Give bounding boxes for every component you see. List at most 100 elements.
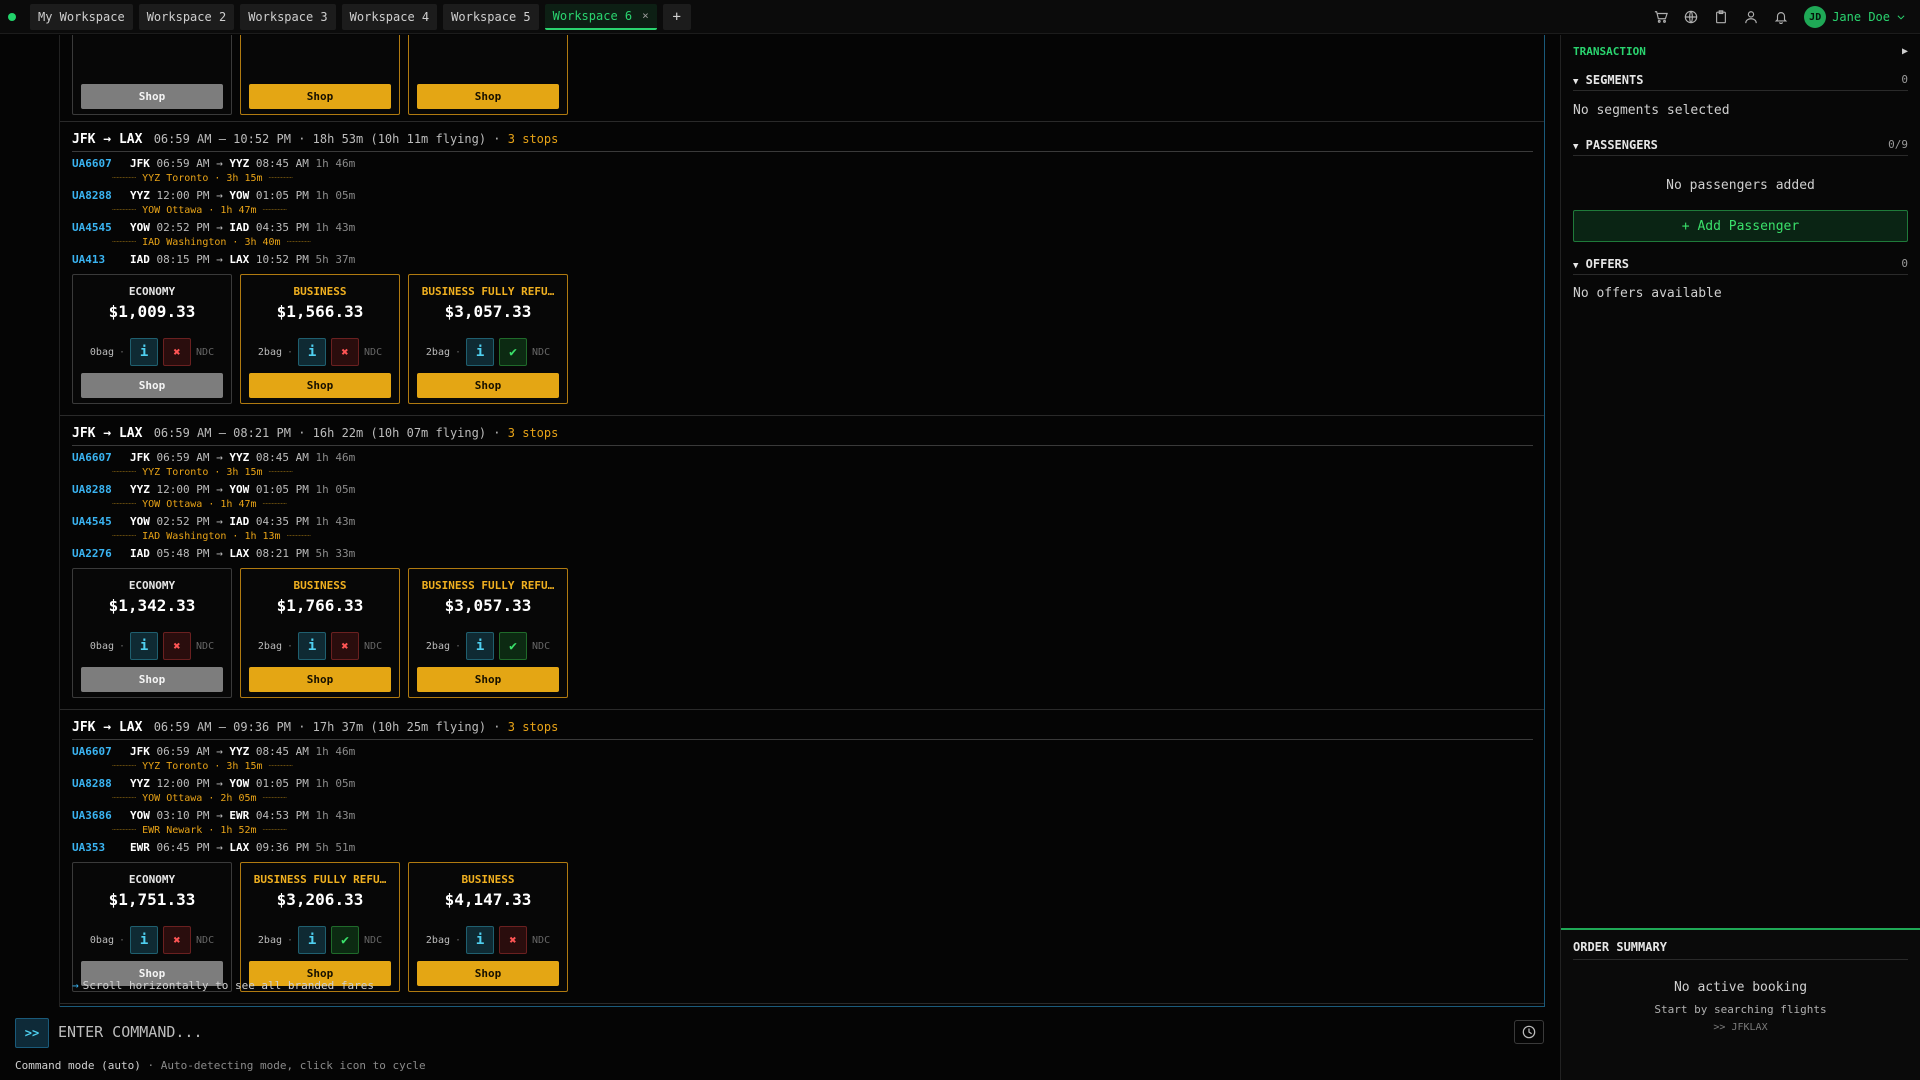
globe-icon[interactable] bbox=[1684, 10, 1698, 24]
shop-button[interactable]: Shop bbox=[81, 84, 223, 109]
offers-count: 0 bbox=[1901, 257, 1908, 270]
flight-results-list[interactable]: Shop Shop Shop JFK → LAX 06:59 AM – 10:5… bbox=[60, 35, 1545, 1007]
info-icon[interactable]: i bbox=[130, 632, 159, 660]
not-refundable-icon[interactable]: ✖ bbox=[163, 338, 192, 366]
layover-text: YYZ Toronto · 3h 15m bbox=[142, 173, 263, 184]
bag-allowance: 2bag bbox=[257, 934, 282, 946]
flight-number: UA8288 bbox=[72, 189, 112, 202]
user-icon[interactable] bbox=[1744, 10, 1758, 24]
segment-row[interactable]: UA8288 YYZ 12:00 PM → YOW 01:05 PM 1h 05m bbox=[72, 777, 355, 791]
add-passenger-button[interactable]: + Add Passenger bbox=[1573, 210, 1908, 242]
history-button[interactable] bbox=[1514, 1020, 1544, 1044]
segment-row[interactable]: UA6607 JFK 06:59 AM → YYZ 08:45 AM 1h 46m bbox=[72, 745, 355, 759]
fare-details: 2bag · i ✔ NDC bbox=[409, 337, 567, 367]
destination: LAX bbox=[229, 841, 250, 854]
fare-card: Shop bbox=[408, 35, 568, 115]
add-tab-button[interactable]: + bbox=[662, 3, 691, 30]
panel-title: TRANSACTION bbox=[1573, 44, 1646, 58]
tab-workspace-3[interactable]: Workspace 3 bbox=[240, 3, 336, 30]
passengers-count: 0/9 bbox=[1888, 138, 1908, 151]
layover-text: YYZ Toronto · 3h 15m bbox=[142, 467, 263, 478]
info-icon[interactable]: i bbox=[298, 338, 327, 366]
not-refundable-icon[interactable]: ✖ bbox=[331, 632, 360, 660]
segment-row[interactable]: UA413 IAD 08:15 PM → LAX 10:52 PM 5h 37m bbox=[72, 253, 355, 267]
segment-row[interactable]: UA4545 YOW 02:52 PM → IAD 04:35 PM 1h 43m bbox=[72, 221, 355, 235]
segment-duration: 1h 46m bbox=[315, 745, 356, 758]
tab-my-workspace[interactable]: My Workspace bbox=[30, 3, 133, 30]
arrival-time: 10:52 PM bbox=[255, 253, 309, 266]
separator: · bbox=[455, 934, 462, 946]
origin: YYZ bbox=[130, 777, 150, 790]
order-summary: ORDER SUMMARY No active booking Start by… bbox=[1561, 928, 1920, 1080]
segment-row[interactable]: UA353 EWR 06:45 PM → LAX 09:36 PM 5h 51m bbox=[72, 841, 355, 855]
command-mode-button[interactable]: >> bbox=[15, 1018, 49, 1048]
shop-button[interactable]: Shop bbox=[81, 373, 223, 398]
flight-number: UA6607 bbox=[72, 745, 112, 758]
collapse-panel-icon[interactable]: ▶ bbox=[1902, 46, 1908, 57]
user-menu[interactable]: JD Jane Doe bbox=[1804, 6, 1906, 28]
ndc-label: NDC bbox=[364, 934, 383, 946]
shop-button[interactable]: Shop bbox=[81, 667, 223, 692]
not-refundable-icon[interactable]: ✖ bbox=[331, 338, 360, 366]
segment-row[interactable]: UA2276 IAD 05:48 PM → LAX 08:21 PM 5h 33m bbox=[72, 547, 355, 561]
section-title: SEGMENTS bbox=[1585, 72, 1644, 87]
shop-button[interactable]: Shop bbox=[249, 373, 391, 398]
separator: · bbox=[287, 934, 294, 946]
shop-button[interactable]: Shop bbox=[249, 84, 391, 109]
shop-button[interactable]: Shop bbox=[417, 373, 559, 398]
separator: · bbox=[287, 346, 294, 358]
not-refundable-icon[interactable]: ✖ bbox=[499, 926, 528, 954]
layover: ┈┈┈┈ YYZ Toronto · 3h 15m ┈┈┈┈ bbox=[112, 761, 293, 772]
offers-section-header[interactable]: ▼ OFFERS 0 bbox=[1573, 253, 1908, 275]
fare-card-business: BUSINESS $4,147.33 2bag · i ✖ NDC Shop bbox=[408, 862, 568, 992]
segment-row[interactable]: UA4545 YOW 02:52 PM → IAD 04:35 PM 1h 43m bbox=[72, 515, 355, 529]
time-range: 06:59 AM – 09:36 PM bbox=[153, 720, 291, 734]
info-icon[interactable]: i bbox=[466, 632, 495, 660]
tab-workspace-6[interactable]: Workspace 6 × bbox=[544, 3, 657, 30]
arrival-time: 09:36 PM bbox=[255, 841, 309, 854]
ndc-label: NDC bbox=[196, 346, 215, 358]
fare-details: 0bag · i ✖ NDC bbox=[73, 337, 231, 367]
command-input[interactable] bbox=[58, 1020, 1498, 1044]
shop-button[interactable]: Shop bbox=[417, 667, 559, 692]
tab-workspace-4[interactable]: Workspace 4 bbox=[341, 3, 438, 30]
close-tab-icon[interactable]: × bbox=[642, 9, 649, 22]
refundable-check-icon[interactable]: ✔ bbox=[331, 926, 360, 954]
departure-time: 12:00 PM bbox=[156, 483, 210, 496]
tab-workspace-2[interactable]: Workspace 2 bbox=[138, 3, 235, 30]
fare-name: BUSINESS bbox=[293, 285, 347, 298]
info-icon[interactable]: i bbox=[466, 338, 495, 366]
passengers-section-header[interactable]: ▼ PASSENGERS 0/9 bbox=[1573, 134, 1908, 156]
duration: 16h 22m (10h 07m flying) bbox=[312, 426, 487, 440]
refundable-check-icon[interactable]: ✔ bbox=[499, 338, 528, 366]
info-icon[interactable]: i bbox=[466, 926, 495, 954]
separator: · bbox=[298, 426, 306, 440]
not-refundable-icon[interactable]: ✖ bbox=[163, 926, 192, 954]
command-bar: >> Command mode (auto) · Auto-detecting … bbox=[0, 1008, 1560, 1080]
not-refundable-icon[interactable]: ✖ bbox=[163, 632, 192, 660]
info-icon[interactable]: i bbox=[298, 926, 327, 954]
info-icon[interactable]: i bbox=[130, 926, 159, 954]
shop-button[interactable]: Shop bbox=[417, 961, 559, 986]
shop-button[interactable]: Shop bbox=[249, 667, 391, 692]
segment-row[interactable]: UA8288 YYZ 12:00 PM → YOW 01:05 PM 1h 05m bbox=[72, 189, 355, 203]
info-icon[interactable]: i bbox=[130, 338, 159, 366]
info-icon[interactable]: i bbox=[298, 632, 327, 660]
clipboard-icon[interactable] bbox=[1714, 10, 1728, 24]
workspace-tab-bar: My Workspace Workspace 2 Workspace 3 Wor… bbox=[0, 0, 1920, 34]
flight-result-card: JFK → LAX 06:59 AM – 09:36 PM · 17h 37m … bbox=[60, 710, 1544, 1004]
shop-button[interactable]: Shop bbox=[417, 84, 559, 109]
segments-section-header[interactable]: ▼ SEGMENTS 0 bbox=[1573, 69, 1908, 91]
ndc-label: NDC bbox=[196, 934, 215, 946]
bell-icon[interactable] bbox=[1774, 10, 1788, 24]
cart-icon[interactable] bbox=[1654, 10, 1669, 24]
caret-down-icon: ▼ bbox=[1573, 260, 1579, 271]
origin: JFK bbox=[130, 451, 150, 464]
tab-workspace-5[interactable]: Workspace 5 bbox=[443, 3, 539, 30]
segment-row[interactable]: UA3686 YOW 03:10 PM → EWR 04:53 PM 1h 43m bbox=[72, 809, 355, 823]
segment-row[interactable]: UA8288 YYZ 12:00 PM → YOW 01:05 PM 1h 05m bbox=[72, 483, 355, 497]
departure-time: 03:10 PM bbox=[156, 809, 210, 822]
segment-row[interactable]: UA6607 JFK 06:59 AM → YYZ 08:45 AM 1h 46m bbox=[72, 157, 355, 171]
refundable-check-icon[interactable]: ✔ bbox=[499, 632, 528, 660]
segment-row[interactable]: UA6607 JFK 06:59 AM → YYZ 08:45 AM 1h 46m bbox=[72, 451, 355, 465]
